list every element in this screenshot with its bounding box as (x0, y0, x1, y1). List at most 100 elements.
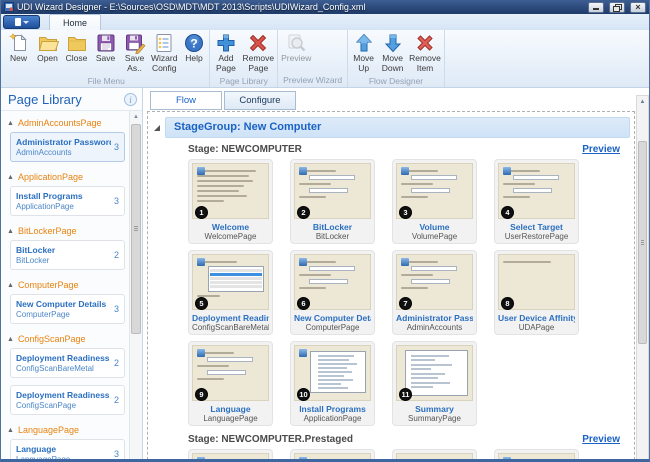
item-text: New Computer DetailsComputerPage (16, 299, 111, 319)
item-count: 2 (114, 250, 119, 260)
ribbon-group-file-menu: New Open Close (3, 30, 210, 87)
minimize-button[interactable] (588, 2, 604, 13)
wizard-page-card[interactable]: 2BitLockerBitLocker (290, 159, 375, 244)
move-up-button[interactable]: Move Up (349, 31, 378, 75)
page-library-item[interactable]: LanguageLanguagePage3 (10, 439, 125, 462)
scroll-up-icon[interactable]: ▲ (130, 111, 142, 123)
preview-button[interactable]: Preview (279, 31, 313, 65)
save-icon (95, 32, 117, 54)
scroll-up-icon[interactable]: ▲ (637, 96, 648, 108)
wizard-page-card[interactable] (290, 449, 375, 462)
remove-item-icon (414, 32, 436, 54)
page-subtitle: VolumePage (396, 232, 473, 241)
thumb-summary-line (411, 355, 449, 357)
collapse-arrow-icon: ▲ (7, 228, 14, 235)
page-library-section-header[interactable]: ▲ApplicationPage (3, 169, 128, 185)
thumbnail-wrap (498, 453, 575, 462)
page-thumbnail (498, 453, 575, 462)
page-title-link: Language (192, 404, 269, 414)
page-library-item[interactable]: BitLockerBitLocker2 (10, 240, 125, 270)
button-label: Save As.. (125, 54, 144, 74)
page-library-item[interactable]: Install ProgramsApplicationPage3 (10, 186, 125, 216)
help-button[interactable]: ? Help (179, 31, 208, 65)
wizard-page-card[interactable]: 11SummarySummaryPage (392, 341, 477, 426)
thumb-input (411, 175, 457, 180)
restore-button[interactable] (609, 2, 625, 13)
page-library-item[interactable]: Deployment ReadinessConfigScanPage2 (10, 385, 125, 415)
page-library-section-header[interactable]: ▲LanguagePage (3, 422, 128, 438)
wizard-page-card[interactable] (188, 449, 273, 462)
close-file-button[interactable]: Close (62, 31, 91, 65)
button-label: Move Up (353, 54, 374, 74)
thumb-tree-line (318, 367, 347, 369)
remove-item-button[interactable]: Remove Item (407, 31, 443, 75)
wizard-page-card[interactable]: 7Administrator Passw...AdminAccounts (392, 250, 477, 335)
wizard-config-button[interactable]: Wizard Config (149, 31, 179, 75)
window-title: UDI Wizard Designer - E:\Sources\OSD\MDT… (17, 0, 583, 14)
stage-preview-link[interactable]: Preview (582, 144, 620, 155)
main-scrollbar[interactable]: ▲ ▼ (636, 95, 649, 462)
new-button[interactable]: New (4, 31, 33, 65)
save-button[interactable]: Save (91, 31, 120, 65)
app-window: UDI Wizard Designer - E:\Sources\OSD\MDT… (0, 0, 650, 462)
thumb-input (207, 370, 246, 375)
tab-configure[interactable]: Configure (224, 91, 296, 110)
wizard-page-card[interactable]: 5Deployment ReadinessConfigScanBareMetal (188, 250, 273, 335)
thumb-icon (503, 457, 511, 462)
wizard-page-card[interactable]: 10Install ProgramsApplicationPage (290, 341, 375, 426)
thumb-input (309, 266, 355, 271)
collapse-triangle-icon[interactable] (154, 125, 160, 131)
wizard-page-card[interactable]: 1WelcomeWelcomePage (188, 159, 273, 244)
scrollbar-thumb[interactable] (638, 141, 647, 344)
item-title: New Computer Details (16, 299, 111, 309)
sidebar-scrollbar[interactable]: ▲ ▼ (129, 111, 142, 462)
stage-preview-link[interactable]: Preview (582, 434, 620, 445)
ribbon-group-label: Flow Designer (349, 75, 443, 88)
scrollbar-grip-icon (641, 240, 644, 245)
stage-group-title[interactable]: StageGroup: New Computer (165, 117, 630, 138)
page-library-item[interactable]: Deployment ReadinessConfigScanBareMetal2 (10, 348, 125, 378)
move-down-button[interactable]: Move Down (378, 31, 407, 75)
page-library-section-header[interactable]: ▲AdminAccountsPage (3, 115, 128, 131)
item-count: 3 (114, 304, 119, 314)
wizard-page-card[interactable]: 3VolumeVolumePage (392, 159, 477, 244)
button-label: Save (96, 54, 115, 64)
wizard-page-card[interactable]: 9LanguageLanguagePage (188, 341, 273, 426)
scrollbar-thumb[interactable] (131, 124, 141, 334)
page-library-item[interactable]: New Computer DetailsComputerPage3 (10, 294, 125, 324)
remove-page-button[interactable]: Remove Page (240, 31, 276, 75)
thumb-icon (299, 349, 307, 357)
wizard-page-card[interactable] (392, 449, 477, 462)
document-icon (15, 18, 21, 26)
close-icon: × (635, 3, 640, 12)
tab-flow[interactable]: Flow (150, 91, 222, 110)
open-button[interactable]: Open (33, 31, 62, 65)
page-library-section-header[interactable]: ▲ComputerPage (3, 277, 128, 293)
save-as-button[interactable]: Save As.. (120, 31, 149, 75)
wizard-page-card[interactable] (494, 449, 579, 462)
close-button[interactable]: × (630, 2, 646, 13)
wizard-page-card[interactable]: 4Select TargetUserRestorePage (494, 159, 579, 244)
page-title-link: New Computer Details (294, 313, 371, 323)
item-subtitle: BitLocker (16, 256, 111, 265)
item-title: Deployment Readiness (16, 390, 111, 400)
info-icon[interactable]: i (124, 93, 137, 106)
page-title-link: Install Programs (294, 404, 371, 414)
wizard-page-card[interactable]: 6New Computer DetailsComputerPage (290, 250, 375, 335)
add-page-button[interactable]: Add Page (211, 31, 240, 75)
thumb-line (401, 287, 428, 289)
thumb-list-row (210, 285, 262, 288)
item-subtitle: ApplicationPage (16, 202, 111, 211)
application-menu-button[interactable] (3, 15, 40, 29)
tab-home[interactable]: Home (49, 14, 101, 30)
page-library-section-header[interactable]: ▲ConfigScanPage (3, 331, 128, 347)
page-library-section: ▲ConfigScanPageDeployment ReadinessConfi… (3, 331, 128, 415)
collapse-arrow-icon: ▲ (7, 336, 14, 343)
page-library-section-header[interactable]: ▲BitLockerPage (3, 223, 128, 239)
wizard-page-card[interactable]: 8User Device AffinityUDAPage (494, 250, 579, 335)
page-library-item[interactable]: Administrator PasswordAdminAccounts3 (10, 132, 125, 162)
page-library-list: ▲AdminAccountsPageAdministrator Password… (1, 111, 129, 462)
item-text: LanguageLanguagePage (16, 444, 111, 462)
item-subtitle: LanguagePage (16, 455, 111, 462)
thumb-tree-line (318, 379, 353, 381)
